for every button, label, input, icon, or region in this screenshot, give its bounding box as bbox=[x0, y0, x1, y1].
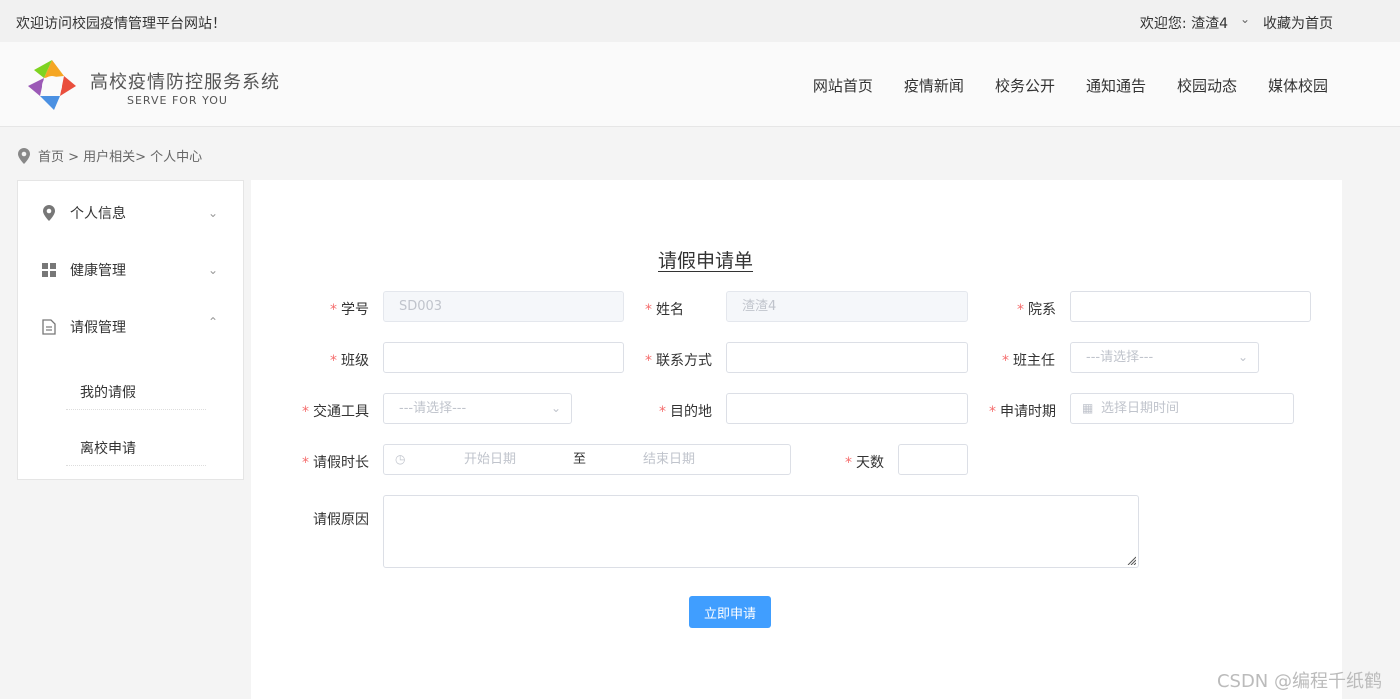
reason-textarea[interactable] bbox=[383, 495, 1139, 568]
favorite-link[interactable]: 收藏为首页 bbox=[1263, 13, 1333, 33]
sidebar-item-label: 健康管理 bbox=[70, 263, 126, 279]
sidebar-item-profile[interactable]: 个人信息 ⌄ bbox=[42, 203, 218, 223]
chevron-down-icon: ⌄ bbox=[550, 401, 561, 415]
department-label: * 院系 bbox=[1017, 302, 1056, 318]
site-header: 高校疫情防控服务系统 SERVE FOR YOU 网站首页 疫情新闻 校务公开 … bbox=[0, 42, 1400, 127]
apply-time-placeholder: 选择日期时间 bbox=[1101, 401, 1180, 416]
location-pin-icon bbox=[18, 147, 30, 164]
document-icon bbox=[42, 319, 56, 335]
watermark: CSDN @编程千纸鹤 bbox=[1216, 671, 1382, 692]
form-panel: 请假申请单 * 学号 SD003 * 姓名 渣渣4 * 院系 * 班级 * 联系方式 * 班… bbox=[251, 180, 1342, 699]
transport-select-placeholder: ---请选择--- bbox=[399, 401, 467, 416]
grid-icon bbox=[42, 263, 56, 277]
destination-input[interactable] bbox=[726, 393, 968, 424]
clock-icon: ◷ bbox=[395, 452, 406, 466]
transport-select[interactable]: ---请选择--- ⌄ bbox=[383, 393, 572, 424]
sidebar-item-health[interactable]: 健康管理 ⌄ bbox=[42, 260, 218, 280]
sidebar-item-leave[interactable]: 请假管理 ⌃ bbox=[42, 315, 218, 337]
nav-item-media[interactable]: 媒体校园 bbox=[1268, 75, 1328, 96]
divider bbox=[66, 464, 206, 466]
nav-item-notices[interactable]: 通知通告 bbox=[1086, 75, 1146, 96]
form-title: 请假申请单 bbox=[658, 250, 754, 272]
divider bbox=[66, 408, 206, 410]
name-input[interactable]: 渣渣4 bbox=[726, 291, 968, 322]
teacher-select-placeholder: ---请选择--- bbox=[1086, 350, 1154, 365]
sidebar-item-label: 请假管理 bbox=[70, 320, 126, 336]
days-input[interactable] bbox=[898, 444, 968, 475]
teacher-select[interactable]: ---请选择--- ⌄ bbox=[1070, 342, 1259, 373]
breadcrumb-text[interactable]: 首页 > 用户相关> 个人中心 bbox=[38, 146, 202, 165]
contact-label: * 联系方式 bbox=[645, 353, 712, 369]
chevron-up-icon: ⌃ bbox=[208, 315, 219, 329]
user-menu[interactable]: 欢迎您: 渣渣4 bbox=[1140, 13, 1228, 33]
nav-item-news[interactable]: 疫情新闻 bbox=[904, 75, 964, 96]
breadcrumb: 首页 > 用户相关> 个人中心 bbox=[18, 146, 202, 165]
sidebar-item-label: 个人信息 bbox=[70, 206, 126, 222]
brand-title: 高校疫情防控服务系统 bbox=[90, 72, 280, 93]
chevron-down-icon[interactable]: ⌄ bbox=[1240, 12, 1250, 26]
sidebar-subitem-my-leave[interactable]: 我的请假 bbox=[80, 382, 136, 402]
contact-input[interactable] bbox=[726, 342, 968, 373]
apply-time-label: * 申请时期 bbox=[989, 404, 1056, 420]
class-label: * 班级 bbox=[330, 353, 369, 369]
range-separator: 至 bbox=[573, 452, 587, 467]
welcome-text: 欢迎访问校园疫情管理平台网站！ bbox=[16, 16, 226, 32]
student-id-label: * 学号 bbox=[330, 302, 369, 318]
chevron-down-icon: ⌄ bbox=[208, 263, 219, 277]
apply-time-picker[interactable]: ▦ 选择日期时间 bbox=[1070, 393, 1294, 424]
student-id-input[interactable]: SD003 bbox=[383, 291, 624, 322]
start-date-placeholder[interactable]: 开始日期 bbox=[464, 445, 516, 474]
brand-subtitle: SERVE FOR YOU bbox=[127, 94, 228, 107]
destination-label: * 目的地 bbox=[659, 404, 712, 420]
nav-item-affairs[interactable]: 校务公开 bbox=[995, 75, 1055, 96]
submit-button[interactable]: 立即申请 bbox=[689, 596, 771, 628]
sidebar-subitem-leave-school[interactable]: 离校申请 bbox=[80, 438, 136, 458]
main-nav: 网站首页 疫情新闻 校务公开 通知通告 校园动态 媒体校园 bbox=[813, 75, 1328, 96]
location-icon bbox=[43, 205, 55, 221]
nav-item-home[interactable]: 网站首页 bbox=[813, 75, 873, 96]
duration-range-picker[interactable]: ◷ 开始日期 至 结束日期 bbox=[383, 444, 791, 475]
reason-label: 请假原因 bbox=[313, 512, 369, 528]
duration-label: * 请假时长 bbox=[302, 455, 369, 471]
logo-icon[interactable] bbox=[24, 56, 80, 112]
nav-item-campus[interactable]: 校园动态 bbox=[1177, 75, 1237, 96]
sidebar: 个人信息 ⌄ 健康管理 ⌄ 请假管理 ⌃ 我的请假 离校申请 bbox=[17, 180, 244, 480]
days-label: * 天数 bbox=[845, 455, 884, 471]
class-input[interactable] bbox=[383, 342, 624, 373]
name-label: * 姓名 bbox=[645, 302, 684, 318]
teacher-label: * 班主任 bbox=[1002, 353, 1055, 369]
top-bar: 欢迎访问校园疫情管理平台网站！ 欢迎您: 渣渣4 ⌄ 收藏为首页 bbox=[0, 0, 1400, 42]
transport-label: * 交通工具 bbox=[302, 404, 369, 420]
end-date-placeholder[interactable]: 结束日期 bbox=[643, 445, 695, 474]
resize-handle-icon[interactable] bbox=[1126, 555, 1136, 565]
calendar-icon: ▦ bbox=[1082, 401, 1094, 415]
department-input[interactable] bbox=[1070, 291, 1311, 322]
chevron-down-icon: ⌄ bbox=[208, 206, 219, 220]
chevron-down-icon: ⌄ bbox=[1237, 350, 1248, 364]
